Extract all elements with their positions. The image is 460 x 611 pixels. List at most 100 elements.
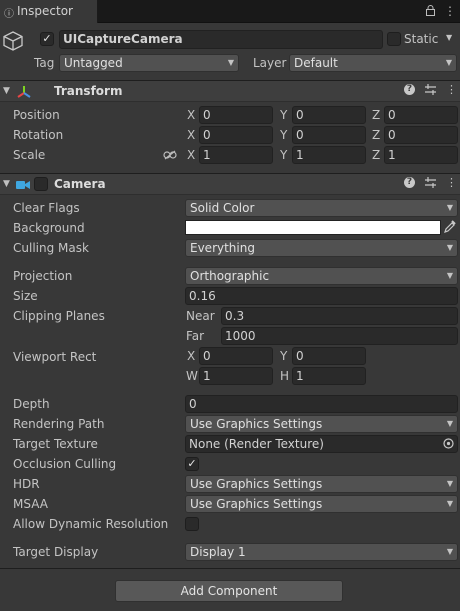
chevron-down-icon: ▼ [446, 243, 453, 252]
chevron-down-icon: ▼ [446, 203, 453, 212]
tab-inspector[interactable]: ⓘ Inspector [0, 0, 98, 23]
msaa-label: MSAA [13, 497, 48, 511]
component-divider [0, 568, 460, 569]
rotation-z-field[interactable]: 0 [384, 126, 458, 144]
viewport-h-field[interactable]: 1 [292, 367, 366, 385]
static-label: Static [404, 32, 439, 46]
chevron-down-icon: ▼ [227, 58, 234, 67]
clear-flags-dropdown[interactable]: Solid Color ▼ [185, 199, 458, 217]
viewport-w-label: W [186, 369, 198, 383]
axis-z-label: Z [372, 128, 381, 142]
transform-title: Transform [54, 84, 123, 98]
static-checkbox[interactable] [387, 32, 401, 46]
far-label: Far [186, 329, 205, 343]
object-name-field[interactable]: UICaptureCamera [59, 30, 383, 49]
foldout-arrow-icon[interactable]: ▼ [3, 86, 10, 96]
check-icon: ✓ [42, 32, 52, 45]
presets-icon[interactable] [425, 84, 436, 98]
culling-mask-dropdown[interactable]: Everything ▼ [185, 239, 458, 257]
background-color-swatch[interactable] [185, 220, 441, 235]
camera-icon [16, 179, 30, 193]
dynamic-resolution-label: Allow Dynamic Resolution [13, 517, 169, 531]
chevron-down-icon: ▼ [446, 479, 453, 488]
tab-label: Inspector [17, 4, 73, 18]
chevron-down-icon: ▼ [446, 271, 453, 280]
chevron-down-icon: ▼ [445, 58, 452, 67]
link-off-icon[interactable] [163, 149, 177, 163]
size-label: Size [13, 289, 38, 303]
transform-icon [16, 84, 32, 102]
eyedropper-icon[interactable] [444, 220, 456, 236]
axis-y-label: Y [280, 128, 288, 142]
object-picker-icon[interactable] [443, 438, 454, 452]
rotation-label: Rotation [13, 128, 64, 142]
tag-dropdown[interactable]: Untagged ▼ [59, 54, 239, 72]
rendering-path-dropdown[interactable]: Use Graphics Settings ▼ [185, 415, 458, 433]
scale-label: Scale [13, 148, 46, 162]
camera-title: Camera [54, 177, 106, 191]
check-icon: ✓ [187, 457, 197, 470]
scale-y-field[interactable]: 1 [292, 146, 366, 164]
projection-dropdown[interactable]: Orthographic ▼ [185, 267, 458, 285]
gameobject-icon [2, 30, 24, 55]
depth-label: Depth [13, 397, 50, 411]
viewport-w-field[interactable]: 1 [199, 367, 273, 385]
axis-x-label: X [187, 108, 196, 122]
size-field[interactable]: 0.16 [185, 287, 458, 305]
axis-y-label: Y [280, 108, 288, 122]
tag-label: Tag [34, 56, 55, 70]
layer-dropdown[interactable]: Default ▼ [289, 54, 457, 72]
position-x-field[interactable]: 0 [199, 106, 273, 124]
occlusion-culling-label: Occlusion Culling [13, 457, 117, 471]
viewport-x-label: X [187, 349, 196, 363]
tab-bar: ⓘ Inspector ⋮ [0, 0, 460, 23]
scale-z-field[interactable]: 1 [384, 146, 458, 164]
scale-x-field[interactable]: 1 [199, 146, 273, 164]
occlusion-culling-checkbox[interactable]: ✓ [185, 457, 199, 471]
viewport-y-label: Y [280, 349, 288, 363]
target-texture-field[interactable]: None (Render Texture) [185, 435, 458, 453]
rotation-x-field[interactable]: 0 [199, 126, 273, 144]
viewport-x-field[interactable]: 0 [199, 347, 273, 365]
hdr-dropdown[interactable]: Use Graphics Settings ▼ [185, 475, 458, 493]
active-checkbox[interactable]: ✓ [40, 32, 54, 46]
presets-icon[interactable] [425, 177, 436, 191]
position-label: Position [13, 108, 60, 122]
msaa-dropdown[interactable]: Use Graphics Settings ▼ [185, 495, 458, 513]
depth-field[interactable]: 0 [185, 395, 458, 413]
viewport-y-field[interactable]: 0 [292, 347, 366, 365]
foldout-arrow-icon[interactable]: ▼ [3, 179, 10, 189]
help-icon[interactable]: ? [404, 84, 415, 95]
far-field[interactable]: 1000 [221, 327, 458, 345]
kebab-menu-icon[interactable]: ⋮ [446, 83, 457, 96]
position-y-field[interactable]: 0 [292, 106, 366, 124]
axis-z-label: Z [372, 148, 381, 162]
chevron-down-icon: ▼ [446, 499, 453, 508]
static-dropdown-arrow-icon[interactable]: ▼ [446, 33, 452, 42]
info-icon: ⓘ [4, 9, 14, 20]
target-texture-label: Target Texture [13, 437, 98, 451]
target-display-dropdown[interactable]: Display 1 ▼ [185, 543, 458, 561]
projection-label: Projection [13, 269, 73, 283]
dynamic-resolution-checkbox[interactable] [185, 517, 199, 531]
position-z-field[interactable]: 0 [384, 106, 458, 124]
help-icon[interactable]: ? [404, 177, 415, 188]
clear-flags-label: Clear Flags [13, 201, 80, 215]
target-display-label: Target Display [13, 545, 99, 559]
clipping-planes-label: Clipping Planes [13, 309, 105, 323]
near-field[interactable]: 0.3 [221, 307, 458, 325]
lock-icon[interactable] [426, 5, 435, 19]
culling-mask-label: Culling Mask [13, 241, 89, 255]
transform-header[interactable]: ▼ Transform ? ⋮ [0, 80, 460, 102]
axis-y-label: Y [280, 148, 288, 162]
viewport-rect-label: Viewport Rect [13, 350, 97, 364]
rotation-y-field[interactable]: 0 [292, 126, 366, 144]
camera-header[interactable]: ▼ Camera ? ⋮ [0, 173, 460, 195]
camera-enabled-checkbox[interactable] [34, 177, 48, 191]
kebab-menu-icon[interactable]: ⋮ [444, 4, 456, 18]
kebab-menu-icon[interactable]: ⋮ [446, 176, 457, 189]
add-component-button[interactable]: Add Component [115, 580, 343, 602]
near-label: Near [186, 309, 215, 323]
axis-z-label: Z [372, 108, 381, 122]
hdr-label: HDR [13, 477, 40, 491]
